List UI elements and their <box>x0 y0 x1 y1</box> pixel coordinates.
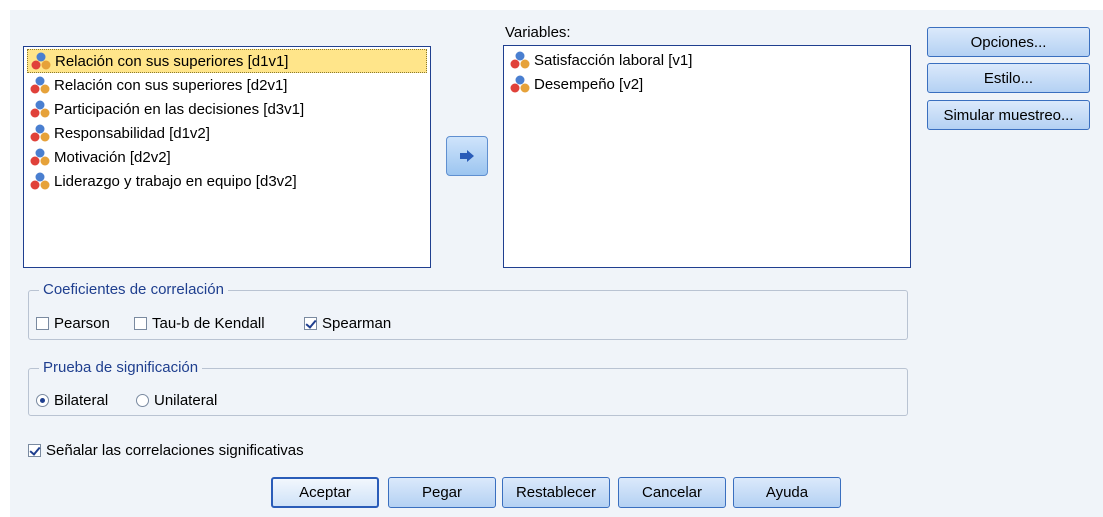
scale-variable-icon <box>30 76 50 94</box>
paste-button[interactable]: Pegar <box>388 477 496 508</box>
flag-significant-label: Señalar las correlaciones significativas <box>46 442 304 459</box>
arrow-right-icon <box>460 150 474 162</box>
kendall-label: Tau-b de Kendall <box>152 315 265 332</box>
two-tailed-label: Bilateral <box>54 392 109 409</box>
style-button[interactable]: Estilo... <box>927 63 1090 93</box>
list-item-label: Satisfacción laboral [v1] <box>534 51 693 69</box>
list-item-label: Relación con sus superiores [d1v1] <box>55 52 289 70</box>
one-tailed-label: Unilateral <box>154 392 218 409</box>
style-button-label: Estilo... <box>983 69 1034 87</box>
ok-button-label: Aceptar <box>299 484 351 501</box>
list-item[interactable]: Satisfacción laboral [v1] <box>507 48 907 72</box>
list-item[interactable]: Responsabilidad [d1v2] <box>27 121 427 145</box>
radio-circle <box>136 394 149 407</box>
two-tailed-radio[interactable]: Bilateral <box>36 392 108 409</box>
list-item-label: Relación con sus superiores [d2v1] <box>54 76 288 94</box>
help-button-label: Ayuda <box>765 484 809 501</box>
bootstrap-button[interactable]: Simular muestreo... <box>927 100 1090 130</box>
list-item[interactable]: Relación con sus superiores [d2v1] <box>27 73 427 97</box>
target-variable-list[interactable]: Satisfacción laboral [v1] Desempeño [v2] <box>503 45 911 268</box>
significance-test-group: Prueba de significación Bilateral Unilat… <box>28 359 908 416</box>
cancel-button-label: Cancelar <box>641 484 703 501</box>
flag-significant-checkbox[interactable]: Señalar las correlaciones significativas <box>28 442 304 459</box>
group-title: Prueba de significación <box>39 359 203 376</box>
kendall-checkbox[interactable]: Tau-b de Kendall <box>134 315 265 332</box>
move-to-variables-button[interactable] <box>446 136 488 176</box>
list-item-label: Motivación [d2v2] <box>54 148 171 166</box>
ok-button[interactable]: Aceptar <box>271 477 379 508</box>
scale-variable-icon <box>30 124 50 142</box>
options-button-label: Opciones... <box>970 33 1047 51</box>
list-item[interactable]: Participación en las decisiones [d3v1] <box>27 97 427 121</box>
pearson-label: Pearson <box>54 315 110 332</box>
list-item-label: Desempeño [v2] <box>534 75 644 93</box>
group-title: Coeficientes de correlación <box>39 281 228 298</box>
pearson-checkbox[interactable]: Pearson <box>36 315 110 332</box>
paste-button-label: Pegar <box>421 484 463 501</box>
list-item-label: Participación en las decisiones [d3v1] <box>54 100 305 118</box>
scale-variable-icon <box>30 172 50 190</box>
help-button[interactable]: Ayuda <box>733 477 841 508</box>
list-item-label: Responsabilidad [d1v2] <box>54 124 210 142</box>
correlation-coefficients-group: Coeficientes de correlación Pearson Tau-… <box>28 281 908 340</box>
list-item[interactable]: Liderazgo y trabajo en equipo [d3v2] <box>27 169 427 193</box>
bivariate-correlations-dialog: Relación con sus superiores [d1v1] Relac… <box>10 10 1103 517</box>
checkbox-box <box>36 317 49 330</box>
variables-label-text: Variables: <box>505 24 571 41</box>
scale-variable-icon <box>30 148 50 166</box>
reset-button-label: Restablecer <box>515 484 597 501</box>
one-tailed-radio[interactable]: Unilateral <box>136 392 217 409</box>
list-item[interactable]: Relación con sus superiores [d1v1] <box>27 49 427 73</box>
variables-label: Variables: <box>505 24 571 41</box>
cancel-button[interactable]: Cancelar <box>618 477 726 508</box>
source-variable-list[interactable]: Relación con sus superiores [d1v1] Relac… <box>23 46 431 268</box>
list-item-label: Liderazgo y trabajo en equipo [d3v2] <box>54 172 297 190</box>
spearman-label: Spearman <box>322 315 392 332</box>
checkbox-box <box>134 317 147 330</box>
checkbox-box <box>304 317 317 330</box>
list-item[interactable]: Motivación [d2v2] <box>27 145 427 169</box>
options-button[interactable]: Opciones... <box>927 27 1090 57</box>
list-item[interactable]: Desempeño [v2] <box>507 72 907 96</box>
scale-variable-icon <box>31 52 51 70</box>
checkbox-box <box>28 444 41 457</box>
spearman-checkbox[interactable]: Spearman <box>304 315 391 332</box>
reset-button[interactable]: Restablecer <box>502 477 610 508</box>
scale-variable-icon <box>30 100 50 118</box>
scale-variable-icon <box>510 51 530 69</box>
bootstrap-button-label: Simular muestreo... <box>943 106 1074 124</box>
radio-circle <box>36 394 49 407</box>
scale-variable-icon <box>510 75 530 93</box>
